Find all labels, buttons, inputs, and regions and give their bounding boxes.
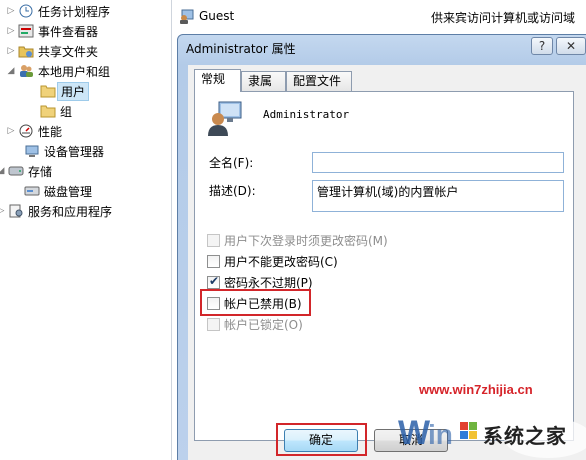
- svg-text:in: in: [428, 419, 453, 450]
- username-label: Administrator: [263, 108, 350, 121]
- collapse-arrow-icon[interactable]: ◢: [6, 66, 16, 76]
- list-item-guest[interactable]: Guest: [179, 8, 234, 24]
- check-mark-icon: ✔: [209, 274, 220, 288]
- tree-item-users[interactable]: 用户: [38, 81, 90, 101]
- tree-item-label: 共享文件夹: [38, 44, 99, 59]
- tree-item-event-viewer[interactable]: ▷ 事件查看器: [6, 21, 98, 41]
- tab-member-of[interactable]: 隶属于: [241, 71, 286, 107]
- tree-item-label: 本地用户和组: [38, 64, 111, 79]
- expand-arrow-icon[interactable]: ▷: [6, 26, 16, 36]
- fullname-label: 全名(F):: [209, 156, 254, 170]
- tree-item-device-manager[interactable]: 设备管理器: [22, 141, 104, 161]
- fullname-input[interactable]: [312, 152, 564, 173]
- clock-icon: [18, 4, 34, 18]
- expand-arrow-icon[interactable]: ▷: [0, 206, 6, 216]
- checkbox-box[interactable]: [207, 234, 220, 247]
- dialog-title: Administrator 属性: [186, 42, 296, 56]
- checkbox-label: 用户下次登录时须更改密码(M): [224, 234, 388, 248]
- disk-icon: [24, 184, 40, 198]
- device-manager-icon: [24, 144, 40, 158]
- watermark-url: www.win7zhijia.cn: [419, 382, 533, 397]
- tree-item-disk-management[interactable]: 磁盘管理: [22, 181, 92, 201]
- folder-icon: [40, 104, 56, 118]
- checkbox-label: 用户不能更改密码(C): [224, 255, 338, 269]
- highlight-box: [276, 423, 367, 456]
- tree-item-local-users-groups[interactable]: ◢ 本地用户和组: [6, 61, 110, 81]
- checkbox-cannot-change-password[interactable]: 用户不能更改密码(C): [207, 253, 338, 270]
- expand-arrow-icon[interactable]: ▷: [6, 126, 16, 136]
- tree-item-label: 组: [60, 104, 73, 119]
- storage-icon: [8, 164, 24, 178]
- help-button[interactable]: ?: [531, 37, 553, 55]
- folder-icon: [40, 84, 56, 98]
- checkbox-must-change-password[interactable]: 用户下次登录时须更改密码(M): [207, 232, 388, 249]
- svg-text:W: W: [398, 414, 431, 452]
- tab-general[interactable]: 常规: [194, 69, 241, 92]
- expand-arrow-icon[interactable]: ▷: [6, 6, 16, 16]
- list-item-description: 供来宾访问计算机或访问域: [431, 11, 576, 25]
- tree-item-label: 服务和应用程序: [28, 204, 113, 219]
- close-button[interactable]: ✕: [556, 37, 586, 55]
- tree-item-label: 事件查看器: [38, 24, 99, 39]
- checkbox-account-locked[interactable]: 帐户已锁定(O): [207, 316, 303, 333]
- watermark-brand: 系统之家: [483, 424, 567, 448]
- tree-item-label: 性能: [38, 124, 63, 139]
- tree-item-label: 设备管理器: [44, 144, 105, 159]
- expand-arrow-icon[interactable]: ▷: [6, 46, 16, 56]
- tab-profile[interactable]: 配置文件: [286, 71, 352, 91]
- tree-item-groups[interactable]: 组: [38, 101, 72, 121]
- tree-item-task-scheduler[interactable]: ▷ 任务计划程序: [6, 1, 110, 21]
- list-item-name: Guest: [199, 9, 235, 23]
- tree-item-label: 磁盘管理: [44, 184, 93, 199]
- performance-icon: [18, 124, 34, 138]
- tree-item-storage[interactable]: ◢ 存储: [0, 161, 52, 181]
- checkbox-label: 帐户已锁定(O): [224, 318, 303, 332]
- checkbox-box[interactable]: [207, 318, 220, 331]
- services-icon: [8, 204, 24, 218]
- description-input[interactable]: 管理计算机(域)的内置帐户: [312, 180, 564, 212]
- navigation-tree: ▷ 任务计划程序 ▷ 事件查看器 ▷ 共享文件夹 ◢ 本地用户和组 用户 组 ▷…: [0, 0, 172, 460]
- tree-item-label: 用户: [57, 81, 90, 101]
- checkbox-box[interactable]: [207, 255, 220, 268]
- tree-item-label: 任务计划程序: [38, 4, 111, 19]
- users-icon: [18, 64, 34, 78]
- highlight-box: [200, 289, 311, 316]
- description-label: 描述(D):: [209, 184, 256, 198]
- checkbox-box[interactable]: ✔: [207, 274, 220, 289]
- user-avatar-icon: [207, 98, 243, 138]
- collapse-arrow-icon[interactable]: ◢: [0, 166, 6, 176]
- shared-folder-icon: [18, 44, 34, 58]
- tree-item-label: 存储: [28, 164, 53, 179]
- user-icon: [179, 8, 195, 24]
- tree-item-shared-folders[interactable]: ▷ 共享文件夹: [6, 41, 98, 61]
- event-viewer-icon: [18, 24, 34, 38]
- tree-item-performance[interactable]: ▷ 性能: [6, 121, 62, 141]
- computer-management-window: ▷ 任务计划程序 ▷ 事件查看器 ▷ 共享文件夹 ◢ 本地用户和组 用户 组 ▷…: [0, 0, 586, 460]
- tree-item-services-applications[interactable]: ▷ 服务和应用程序: [0, 201, 112, 221]
